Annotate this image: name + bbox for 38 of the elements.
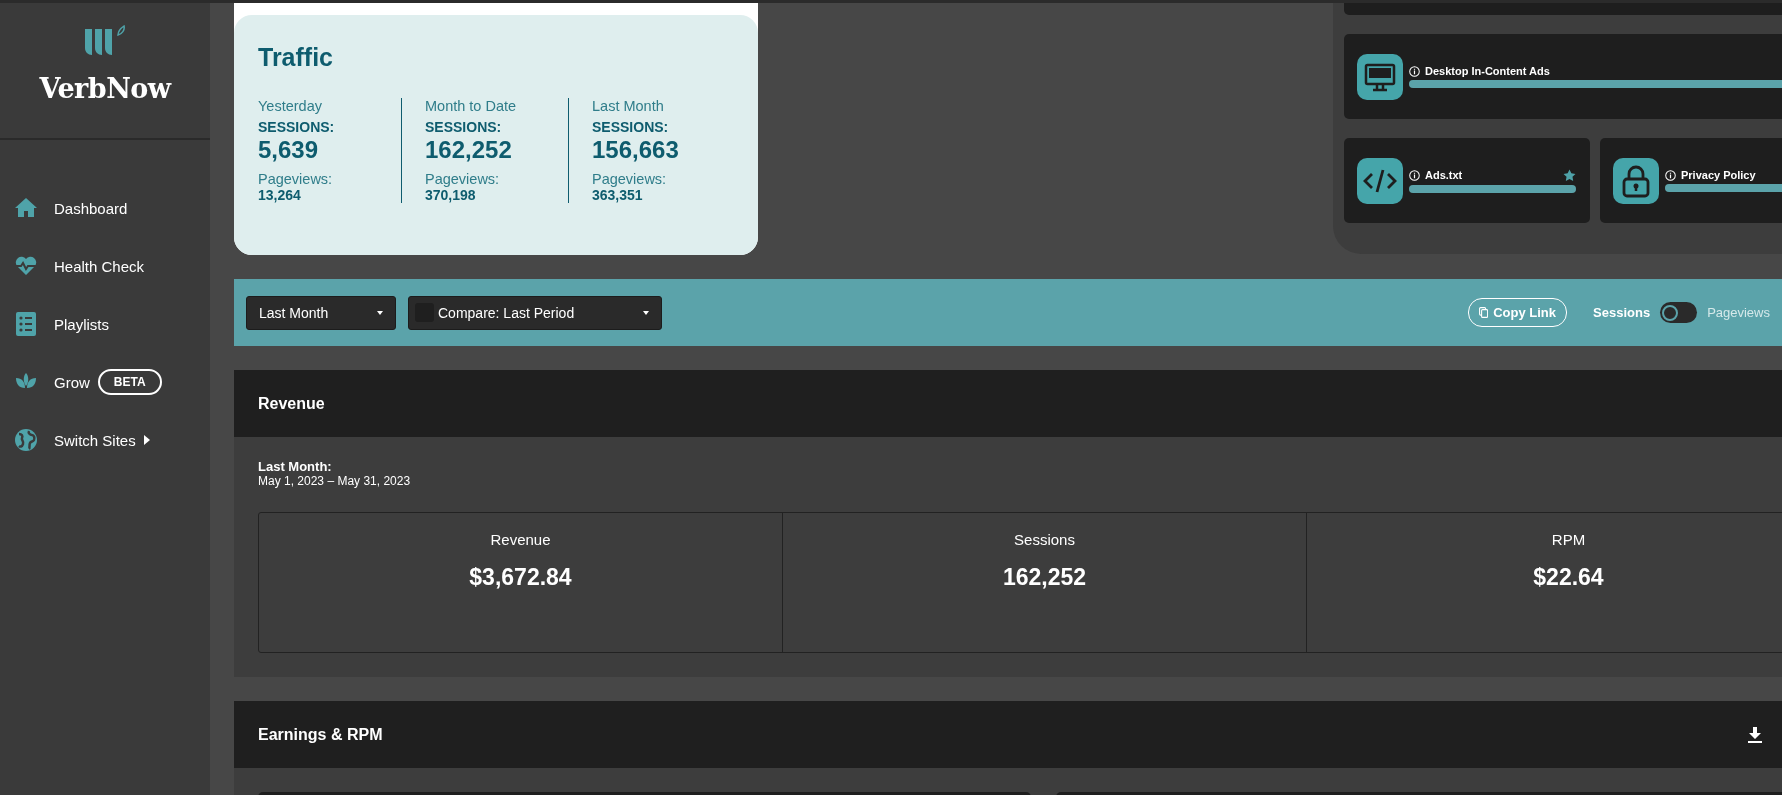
section-title: Earnings & RPM <box>258 725 383 744</box>
pageviews-label: Pageviews: <box>592 171 668 187</box>
period-label: Yesterday <box>258 98 323 114</box>
card-title: Traffic <box>258 43 335 72</box>
pageviews-value: 363,351 <box>592 187 644 203</box>
nav-link[interactable]: Grow <box>54 373 90 391</box>
stat-label: Sessions <box>1013 531 1076 548</box>
check-name: Privacy Policy <box>1681 169 1757 181</box>
stat-label: RPM <box>1550 531 1587 548</box>
pageviews-value: 13,264 <box>258 187 302 203</box>
compare-dropdown[interactable]: Compare: Last Period <box>408 295 662 330</box>
nav-link[interactable]: Switch Sites <box>54 431 136 449</box>
sessions-value: 156,663 <box>592 136 680 164</box>
period-label: Last Month: <box>258 459 333 474</box>
sessions-label: SESSIONS: <box>425 119 503 135</box>
sessions-label: SESSIONS: <box>258 119 336 135</box>
nav-link[interactable]: Health Check <box>54 257 145 275</box>
stat-value: 162,252 <box>1001 564 1088 591</box>
pageviews-label: Pageviews: <box>258 171 334 187</box>
sessions-value: 162,252 <box>425 136 513 164</box>
nav-link[interactable]: Playlists <box>54 315 109 333</box>
pageviews-value: 370,198 <box>425 187 477 203</box>
section-title: Revenue <box>258 394 325 413</box>
check-name: Desktop In-Content Ads <box>1425 65 1551 77</box>
date-range: May 1, 2023 – May 31, 2023 <box>258 474 412 488</box>
stat-value: $3,672.84 <box>468 564 573 591</box>
date-range-dropdown[interactable]: Last Month <box>246 295 396 330</box>
nav-link[interactable]: Dashboard <box>54 199 128 217</box>
sessions-value: 5,639 <box>258 136 320 164</box>
period-label: Last Month <box>592 98 665 114</box>
check-name: Ads.txt <box>1425 169 1464 181</box>
period-label: Month to Date <box>425 98 518 114</box>
brand-name: VerbNow <box>39 73 171 104</box>
stat-value: $22.64 <box>1532 564 1605 591</box>
sessions-label: SESSIONS: <box>592 119 670 135</box>
pageviews-label: Pageviews: <box>425 171 501 187</box>
stat-label: Revenue <box>489 531 552 548</box>
beta-badge: BETA <box>97 369 162 395</box>
